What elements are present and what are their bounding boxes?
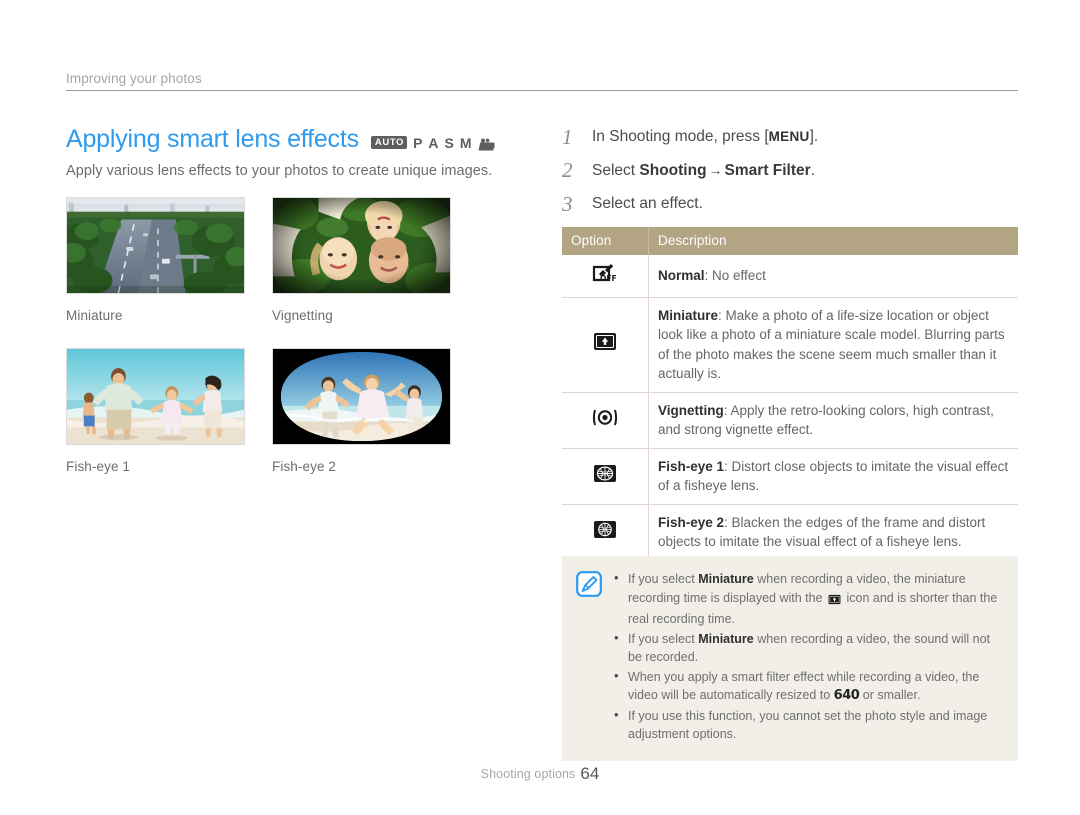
page-footer: Shooting options 64 [0, 764, 1080, 784]
table-row: Miniature: Make a photo of a life-size l… [562, 297, 1018, 393]
smart-filter-vignetting-icon [562, 392, 649, 449]
option-name-normal: Normal [658, 268, 705, 283]
sample-caption-miniature: Miniature [66, 308, 123, 323]
list-item: When you apply a smart filter effect whi… [613, 667, 1002, 706]
smart-filter-options-table: Option Description OFF Normal: No effect… [562, 227, 1018, 561]
supported-modes: AUTO P A S M [370, 134, 495, 152]
step-1: 1 In Shooting mode, press [MENU]. [562, 125, 1018, 149]
smart-filter-fisheye1-icon [562, 448, 649, 505]
note-pen-icon [576, 571, 602, 597]
sample-caption-vignetting: Vignetting [272, 308, 333, 323]
table-row: OFF Normal: No effect [562, 255, 1018, 298]
option-name-vignetting: Vignetting [658, 402, 724, 418]
sample-photo-fisheye2-beach-family [272, 348, 451, 445]
page-subtitle: Apply various lens effects to your photo… [66, 163, 493, 179]
note-3-part1: When you apply a smart filter effect whi… [628, 669, 980, 703]
right-column: 1 In Shooting mode, press [MENU]. 2 Sele… [562, 127, 1018, 561]
step-2-menu-smart-filter: Smart Filter [724, 162, 811, 179]
option-name-fisheye2: Fish-eye 2 [658, 514, 725, 530]
sample-photo-fisheye1-beach-family [66, 348, 245, 445]
note-list: If you select Miniature when recording a… [613, 569, 1002, 745]
footer-page-number: 64 [580, 764, 600, 783]
breadcrumb-divider [66, 90, 1018, 91]
note-box: If you select Miniature when recording a… [562, 556, 1018, 761]
table-header-row: Option Description [562, 227, 1018, 255]
sample-cell-fisheye1: Fish-eye 1 [66, 348, 247, 499]
resolution-640-icon: 640 [833, 688, 860, 703]
step-2-menu-shooting: Shooting [639, 162, 707, 179]
option-sep: : [704, 268, 713, 283]
list-item: If you select Miniature when recording a… [613, 629, 1002, 667]
sample-cell-vignetting: Vignetting [272, 197, 453, 348]
sample-photo-vignetting-faces [272, 197, 451, 294]
mode-s-icon: S [444, 134, 454, 151]
svg-text:OFF: OFF [600, 274, 617, 283]
smart-filter-off-icon: OFF [562, 255, 649, 298]
miniature-icon [828, 592, 841, 611]
note-3-part3: or smaller. [859, 688, 921, 702]
sample-cell-fisheye2: Fish-eye 2 [272, 348, 453, 499]
step-3-number: 3 [562, 192, 573, 216]
left-column: Applying smart lens effects AUTO P A S M… [66, 125, 536, 499]
breadcrumb: Improving your photos [66, 71, 1018, 91]
step-2: 2 Select Shooting → Smart Filter. [562, 160, 1018, 181]
mode-a-icon: A [428, 134, 439, 151]
option-sep: : [723, 402, 731, 418]
footer-section-label: Shooting options [480, 767, 576, 781]
menu-key-label: MENU [768, 129, 810, 144]
list-item: If you select Miniature when recording a… [613, 569, 1002, 629]
option-sep: : [724, 458, 732, 474]
video-camera-icon [478, 138, 495, 152]
table-row: Fish-eye 2: Blacken the edges of the fra… [562, 504, 1018, 561]
table-row: Vignetting: Apply the retro-looking colo… [562, 392, 1018, 449]
step-3-text: Select an effect. [592, 195, 703, 212]
arrow-icon: → [708, 162, 723, 178]
note-2-bold: Miniature [698, 631, 754, 646]
step-1-post: ]. [809, 128, 819, 145]
note-1-part1: If you select [628, 572, 699, 586]
sample-photo-miniature-highway [66, 197, 245, 294]
step-3: 3 Select an effect. [562, 192, 1018, 216]
list-item: If you use this function, you cannot set… [613, 706, 1002, 744]
step-1-text: In Shooting mode, press [MENU]. [592, 127, 818, 147]
mode-auto-badge: AUTO [370, 136, 408, 149]
step-1-number: 1 [562, 125, 573, 149]
note-2-part1: If you select [628, 631, 699, 646]
mode-p-icon: P [413, 134, 423, 151]
step-2-text: Select Shooting → Smart Filter. [592, 160, 815, 181]
sample-caption-fisheye1: Fish-eye 1 [66, 459, 131, 474]
sample-caption-fisheye2: Fish-eye 2 [272, 459, 337, 474]
smart-filter-fisheye2-icon [562, 504, 649, 561]
step-2-pre: Select [592, 162, 640, 179]
smart-filter-miniature-icon [562, 297, 649, 393]
step-1-pre: In Shooting mode, press [ [592, 128, 769, 145]
title-row: Applying smart lens effects AUTO P A S M [66, 125, 536, 154]
option-desc-normal: No effect [712, 268, 766, 283]
sample-photo-grid: Miniature Vignetting Fish-eye 1 Fish-eye… [66, 197, 536, 499]
step-2-post: . [810, 162, 815, 179]
table-cell-description: Fish-eye 2: Blacken the edges of the fra… [648, 504, 1018, 561]
breadcrumb-label: Improving your photos [66, 71, 202, 86]
sample-cell-miniature: Miniature [66, 197, 247, 348]
manual-page: Improving your photos Applying smart len… [0, 0, 1080, 815]
table-header-option: Option [562, 227, 649, 255]
table-cell-description: Fish-eye 1: Distort close objects to imi… [648, 448, 1018, 505]
page-title: Applying smart lens effects [66, 125, 359, 153]
option-sep: : [724, 514, 732, 530]
table-row: Fish-eye 1: Distort close objects to imi… [562, 448, 1018, 505]
option-sep: : [718, 307, 726, 323]
note-1-bold: Miniature [698, 572, 754, 586]
mode-m-icon: M [459, 134, 472, 151]
table-header-description: Description [648, 227, 1018, 255]
table-cell-description: Miniature: Make a photo of a life-size l… [648, 297, 1018, 393]
step-2-number: 2 [562, 158, 573, 182]
option-name-miniature: Miniature [658, 307, 719, 323]
option-name-fisheye1: Fish-eye 1 [658, 458, 725, 474]
table-cell-description: Normal: No effect [648, 255, 1018, 298]
table-cell-description: Vignetting: Apply the retro-looking colo… [648, 392, 1018, 449]
note-4-part1: If you use this function, you cannot set… [628, 708, 988, 742]
